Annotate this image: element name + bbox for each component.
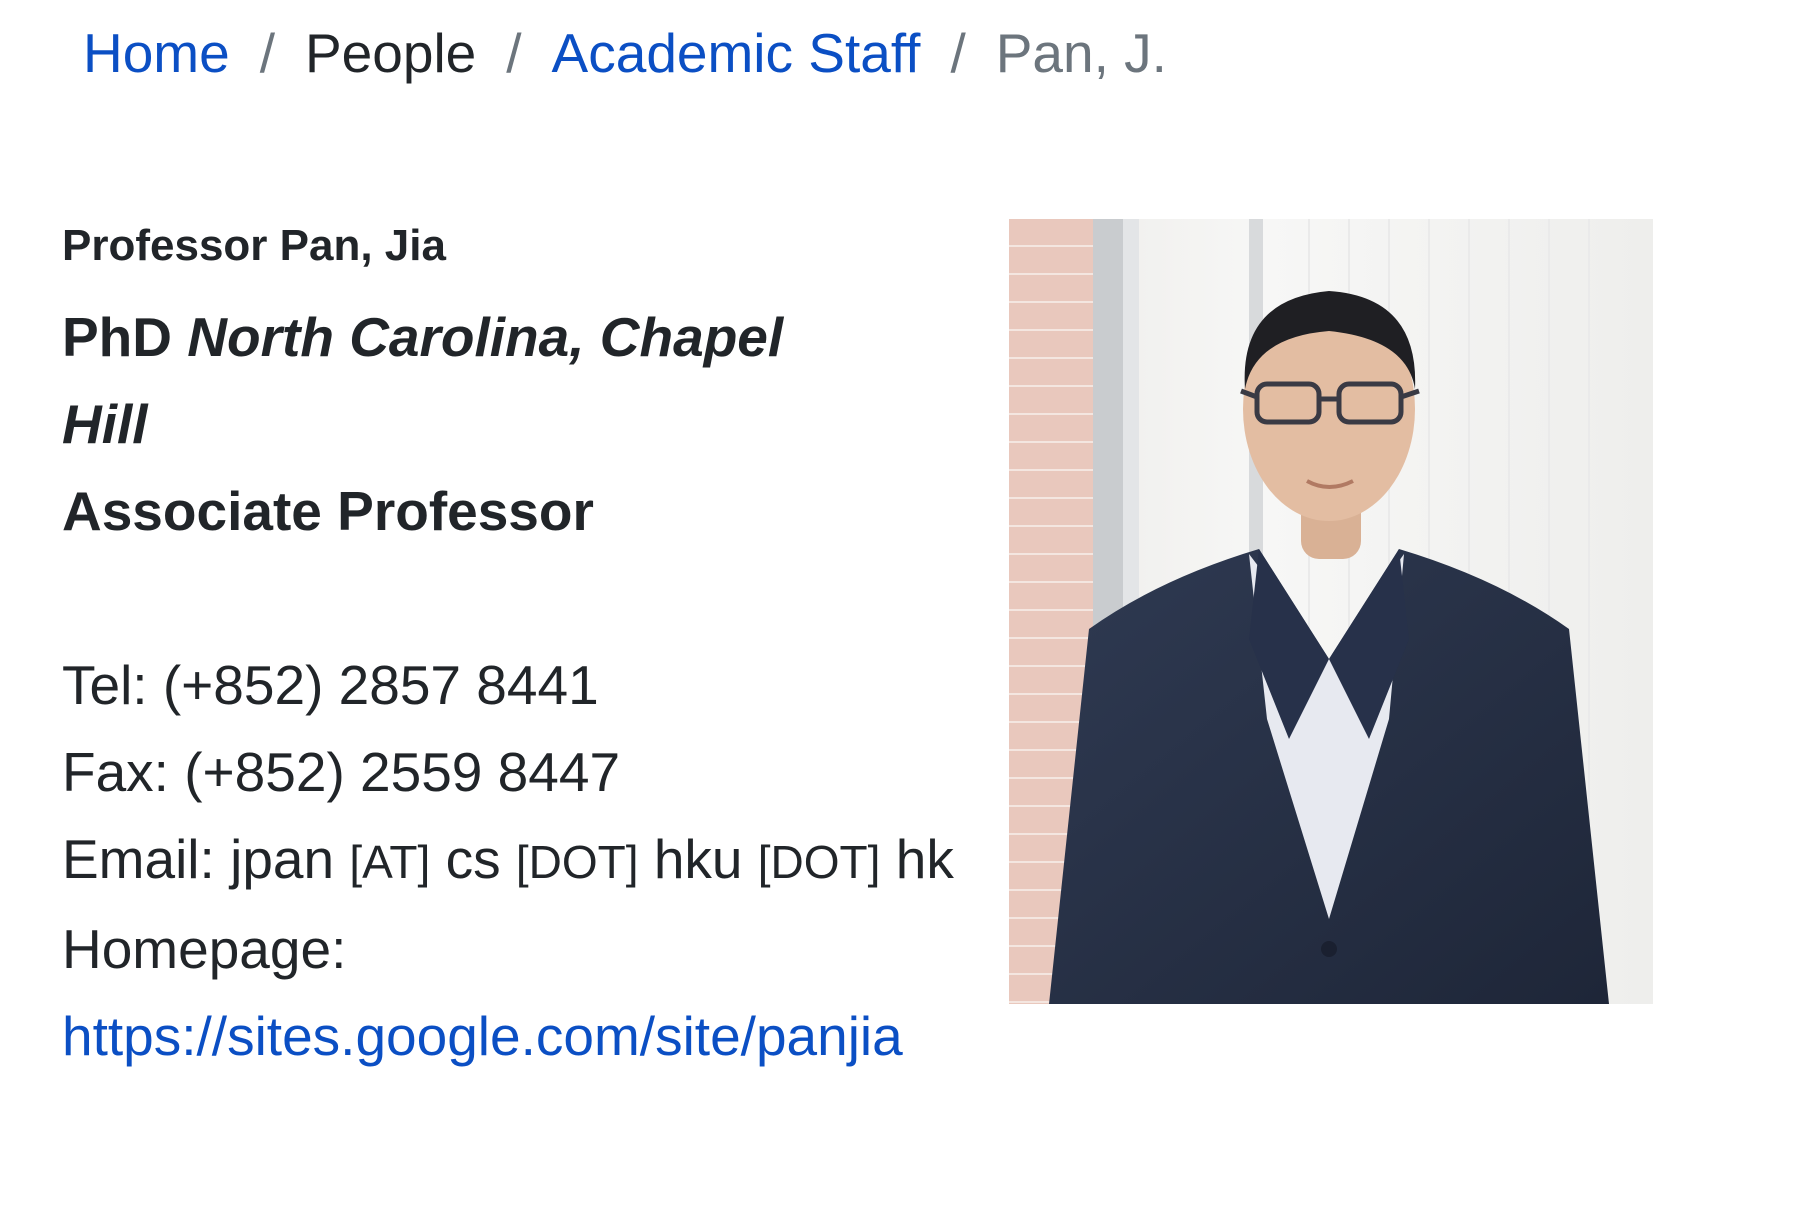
email-dot: [DOT] [757,836,881,888]
profile-photo [1009,219,1653,1004]
email-label: Email: [62,828,231,890]
portrait-illustration [1009,219,1653,1004]
profile-degree: PhD North Carolina, Chapel Hill [62,294,882,468]
email-line: Email: jpan [AT] cs [DOT] hku [DOT] hk [62,816,962,906]
fax-line: Fax: (+852) 2559 8447 [62,741,621,803]
email-user: jpan [230,828,335,890]
email-at: [AT] [349,836,431,888]
email-domain-part3: hk [895,828,954,890]
profile-position: Associate Professor [62,480,594,542]
breadcrumb-current: Pan, J. [995,22,1167,84]
homepage-label: Homepage: [62,918,347,980]
profile-info: Professor Pan, Jia PhD North Carolina, C… [62,218,962,1080]
homepage-link[interactable]: https://sites.google.com/site/panjia [62,1005,903,1067]
email-dot: [DOT] [515,836,639,888]
breadcrumb: Home / People / Academic Staff / Pan, J. [83,20,1167,86]
breadcrumb-home-link[interactable]: Home [83,20,230,86]
breadcrumb-academic-staff-link[interactable]: Academic Staff [552,20,921,86]
email-domain-part1: cs [445,828,501,890]
breadcrumb-separator: / [950,22,966,84]
profile-name: Professor Pan, Jia [62,221,446,270]
tel-line: Tel: (+852) 2857 8441 [62,654,599,716]
breadcrumb-separator: / [259,22,275,84]
breadcrumb-separator: / [506,22,522,84]
email-domain-part2: hku [653,828,743,890]
degree-prefix: PhD [62,306,172,368]
breadcrumb-people: People [305,22,477,84]
contact-info: Tel: (+852) 2857 8441 Fax: (+852) 2559 8… [62,642,962,1080]
